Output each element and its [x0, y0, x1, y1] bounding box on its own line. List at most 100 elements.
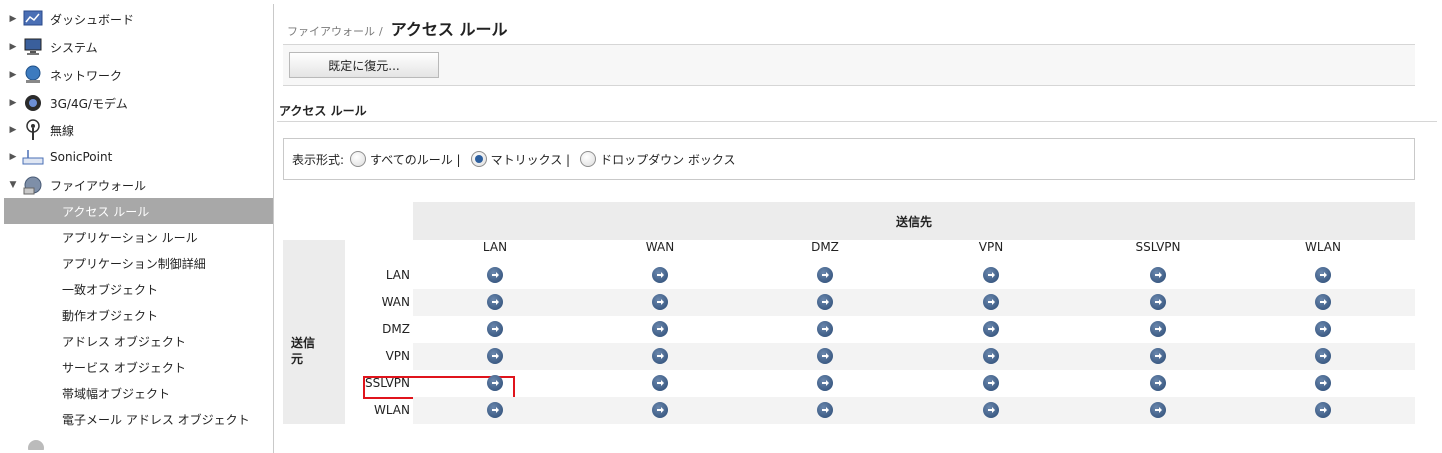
access-point-icon	[22, 146, 44, 168]
arrow-right-icon	[822, 326, 829, 332]
view-style-label: 表示形式:	[292, 152, 345, 167]
table-row	[413, 289, 1415, 316]
modem-icon	[22, 92, 44, 114]
column-header-sslvpn: SSLVPN	[1135, 240, 1181, 254]
nav-item-modem[interactable]: ▶ 3G/4G/モデム	[4, 90, 273, 116]
nav-item-sonicpoint[interactable]: ▶ SonicPoint	[4, 144, 273, 170]
breadcrumb-parent[interactable]: ファイアウォール	[287, 23, 375, 39]
rule-arrow-dmz-to-vpn[interactable]	[983, 321, 999, 337]
rule-arrow-wan-to-wlan[interactable]	[1315, 294, 1331, 310]
rule-arrow-wlan-to-wan[interactable]	[652, 402, 668, 418]
arrow-right-icon	[657, 407, 664, 413]
collapse-arrow-icon[interactable]: ▼	[6, 180, 20, 190]
rule-arrow-dmz-to-sslvpn[interactable]	[1150, 321, 1166, 337]
sidebar-item-service-objects[interactable]: サービス オブジェクト	[4, 354, 273, 380]
column-header-lan: LAN	[482, 240, 508, 254]
restore-defaults-button[interactable]: 既定に復元...	[289, 52, 439, 78]
sidebar-item-address-objects[interactable]: アドレス オブジェクト	[4, 328, 273, 354]
rule-arrow-wan-to-wan[interactable]	[652, 294, 668, 310]
rule-arrow-wan-to-vpn[interactable]	[983, 294, 999, 310]
expand-arrow-icon[interactable]: ▶	[6, 70, 20, 80]
rule-arrow-wlan-to-vpn[interactable]	[983, 402, 999, 418]
sidebar: ▶ ダッシュボード ▶ システム ▶ ネットワーク ▶ 3G/4G/モデム ▶ …	[4, 4, 274, 453]
column-header-wan: WAN	[645, 240, 675, 254]
sidebar-item-email-address-objects[interactable]: 電子メール アドレス オブジェクト	[4, 406, 273, 432]
arrow-right-icon	[988, 299, 995, 305]
rule-arrow-sslvpn-to-vpn[interactable]	[983, 375, 999, 391]
source-header-line1: 送信	[291, 336, 316, 350]
rule-arrow-lan-to-sslvpn[interactable]	[1150, 267, 1166, 283]
view-option-dropdown[interactable]: ドロップダウン ボックス	[580, 151, 736, 168]
destination-header: 送信先	[413, 202, 1415, 240]
sidebar-item-access-rules[interactable]: アクセス ルール	[4, 198, 273, 224]
sidebar-item-app-rules[interactable]: アプリケーション ルール	[4, 224, 273, 250]
radio-label: マトリックス |	[490, 152, 571, 167]
rule-arrow-wan-to-lan[interactable]	[487, 294, 503, 310]
rule-arrow-lan-to-wlan[interactable]	[1315, 267, 1331, 283]
nav-item-dashboard[interactable]: ▶ ダッシュボード	[4, 6, 273, 32]
rule-arrow-lan-to-lan[interactable]	[487, 267, 503, 283]
view-option-matrix[interactable]: マトリックス |	[470, 151, 571, 168]
view-style-selector: 表示形式: すべてのルール | マトリックス | ドロップダウン ボックス	[283, 138, 1415, 180]
sidebar-item-app-control-advanced[interactable]: アプリケーション制御詳細	[4, 250, 273, 276]
arrow-right-icon	[1320, 272, 1327, 278]
view-option-all-rules[interactable]: すべてのルール |	[350, 151, 461, 168]
rule-arrow-dmz-to-wan[interactable]	[652, 321, 668, 337]
rule-arrow-wlan-to-dmz[interactable]	[817, 402, 833, 418]
rule-arrow-sslvpn-to-lan[interactable]	[487, 375, 503, 391]
radio-button[interactable]	[580, 151, 597, 167]
sidebar-item-bandwidth-objects[interactable]: 帯域幅オブジェクト	[4, 380, 273, 406]
nav-item-wireless[interactable]: ▶ 無線	[4, 117, 273, 143]
nav-item-system[interactable]: ▶ システム	[4, 34, 273, 60]
rule-arrow-wan-to-sslvpn[interactable]	[1150, 294, 1166, 310]
rule-arrow-lan-to-dmz[interactable]	[817, 267, 833, 283]
zone-matrix: 送信先 送信 元 LAN WAN DMZ VPN SSLVPN WLAN LAN WAN DMZ…	[283, 202, 1415, 424]
rule-arrow-sslvpn-to-dmz[interactable]	[817, 375, 833, 391]
rule-arrow-dmz-to-dmz[interactable]	[817, 321, 833, 337]
rule-arrow-sslvpn-to-sslvpn[interactable]	[1150, 375, 1166, 391]
table-row	[413, 370, 1415, 397]
rule-arrow-dmz-to-wlan[interactable]	[1315, 321, 1331, 337]
sidebar-item-match-objects[interactable]: 一致オブジェクト	[4, 276, 273, 302]
rule-arrow-vpn-to-lan[interactable]	[487, 348, 503, 364]
rule-arrow-lan-to-vpn[interactable]	[983, 267, 999, 283]
rule-arrow-vpn-to-wlan[interactable]	[1315, 348, 1331, 364]
expand-arrow-icon[interactable]: ▶	[6, 98, 20, 108]
rule-arrow-dmz-to-lan[interactable]	[487, 321, 503, 337]
table-row	[413, 262, 1415, 289]
section-title: アクセス ルール	[279, 104, 367, 118]
arrow-right-icon	[822, 380, 829, 386]
expand-arrow-icon[interactable]: ▶	[6, 125, 20, 135]
row-header-vpn: VPN	[385, 349, 410, 363]
arrow-right-icon	[988, 326, 995, 332]
arrow-right-icon	[657, 326, 664, 332]
rule-arrow-wlan-to-wlan[interactable]	[1315, 402, 1331, 418]
rule-arrow-lan-to-wan[interactable]	[652, 267, 668, 283]
arrow-right-icon	[492, 407, 499, 413]
rule-arrow-sslvpn-to-wlan[interactable]	[1315, 375, 1331, 391]
expand-arrow-icon[interactable]: ▶	[6, 14, 20, 24]
arrow-right-icon	[492, 353, 499, 359]
rule-arrow-vpn-to-dmz[interactable]	[817, 348, 833, 364]
arrow-right-icon	[822, 299, 829, 305]
nav-item-firewall[interactable]: ▼ ファイアウォール	[4, 172, 273, 198]
expand-arrow-icon[interactable]: ▶	[6, 152, 20, 162]
arrow-right-icon	[988, 380, 995, 386]
nav-label: 無線	[50, 123, 75, 138]
nav-label: ダッシュボード	[50, 12, 135, 27]
rule-arrow-sslvpn-to-wan[interactable]	[652, 375, 668, 391]
rule-arrow-vpn-to-vpn[interactable]	[983, 348, 999, 364]
network-globe-icon	[22, 64, 44, 86]
radio-button-checked[interactable]	[470, 151, 487, 167]
nav-item-network[interactable]: ▶ ネットワーク	[4, 62, 273, 88]
rule-arrow-wlan-to-sslvpn[interactable]	[1150, 402, 1166, 418]
sidebar-item-action-objects[interactable]: 動作オブジェクト	[4, 302, 273, 328]
rule-arrow-vpn-to-wan[interactable]	[652, 348, 668, 364]
radio-button[interactable]	[350, 151, 367, 167]
column-header-vpn: VPN	[978, 240, 1004, 254]
table-row	[413, 316, 1415, 343]
expand-arrow-icon[interactable]: ▶	[6, 42, 20, 52]
rule-arrow-wlan-to-lan[interactable]	[487, 402, 503, 418]
rule-arrow-vpn-to-sslvpn[interactable]	[1150, 348, 1166, 364]
rule-arrow-wan-to-dmz[interactable]	[817, 294, 833, 310]
